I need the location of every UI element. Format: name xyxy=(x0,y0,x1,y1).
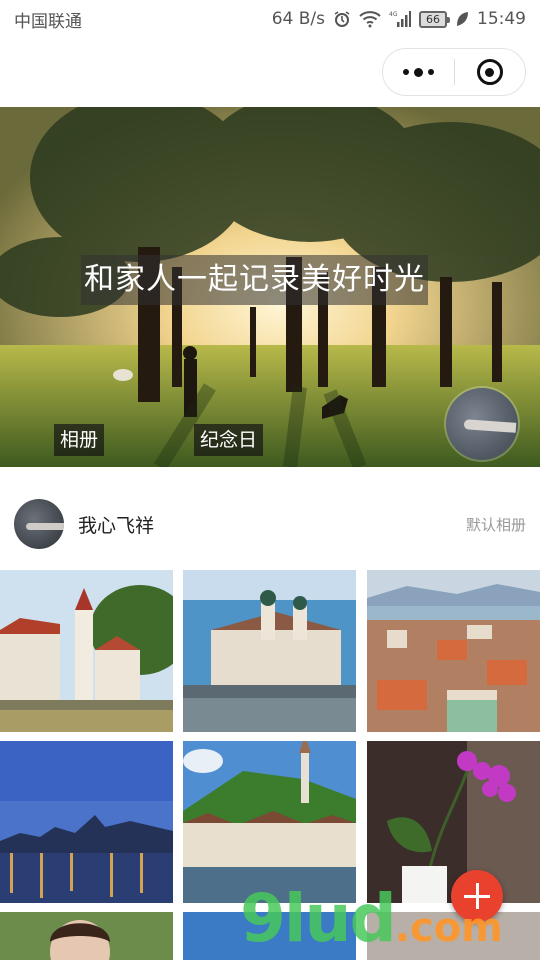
clock-time: 15:49 xyxy=(477,9,526,29)
photo-thumbnail-6[interactable] xyxy=(367,741,540,903)
svg-text:4G: 4G xyxy=(389,11,398,18)
avatar[interactable] xyxy=(14,499,64,549)
photo-thumbnail-8[interactable] xyxy=(183,912,356,960)
user-name: 我心飞祥 xyxy=(78,514,155,537)
photo-thumbnail-2[interactable] xyxy=(183,570,356,732)
target-close-icon[interactable] xyxy=(455,49,526,95)
banner-title: 和家人一起记录美好时光 xyxy=(81,255,428,305)
photo-thumbnail-9[interactable] xyxy=(367,912,540,960)
photo-thumbnail-5[interactable] xyxy=(183,741,356,903)
status-bar: 中国联通 64 B/s 4G 66 15:49 xyxy=(0,0,540,38)
default-album-link[interactable]: 默认相册 xyxy=(466,514,526,535)
more-dots-icon[interactable] xyxy=(383,49,454,95)
add-photo-button[interactable] xyxy=(451,870,503,922)
album-button[interactable]: 相册 xyxy=(54,424,105,456)
miniprogram-capsule xyxy=(382,48,526,96)
memorial-day-button[interactable]: 纪念日 xyxy=(194,424,264,456)
signal-icon: 4G xyxy=(389,10,411,28)
leaf-icon xyxy=(455,11,469,27)
status-icons: 64 B/s 4G 66 15:49 xyxy=(272,9,526,29)
user-row: 我心飞祥 默认相册 xyxy=(0,494,540,554)
network-speed: 64 B/s xyxy=(271,9,325,29)
photo-thumbnail-4[interactable] xyxy=(0,741,173,903)
photo-thumbnail-7[interactable] xyxy=(0,912,173,960)
photo-thumbnail-3[interactable] xyxy=(367,570,540,732)
photo-thumbnail-1[interactable] xyxy=(0,570,173,732)
carrier-label: 中国联通 xyxy=(14,11,82,32)
battery-icon: 66 xyxy=(419,10,450,28)
alarm-icon xyxy=(333,10,351,28)
banner-avatar[interactable] xyxy=(446,388,518,460)
wifi-icon xyxy=(359,10,381,28)
